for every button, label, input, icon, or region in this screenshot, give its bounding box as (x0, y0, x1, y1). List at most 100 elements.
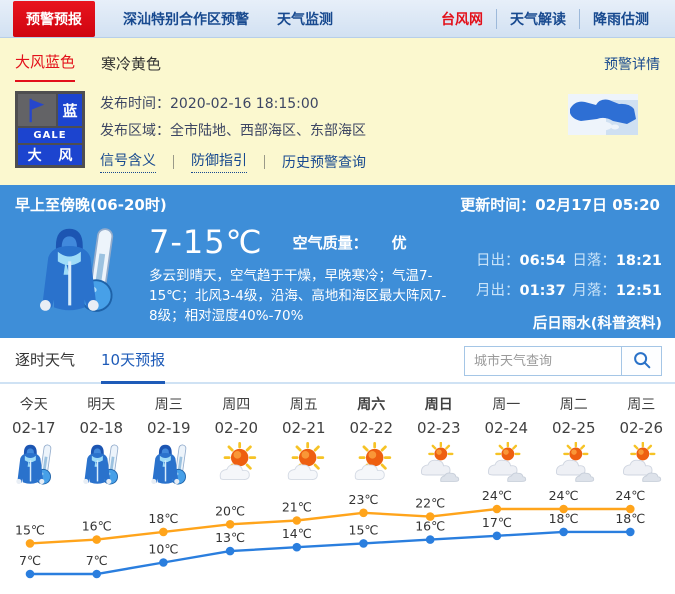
nav-tab-weather-monitor[interactable]: 天气监测 (277, 9, 333, 29)
gale-blue-warning-sign-icon[interactable]: 蓝 GALE 大 风 (15, 91, 85, 168)
point-label: 20℃ (215, 503, 245, 518)
series-low-point (359, 539, 368, 548)
search-icon (631, 349, 653, 374)
day-date: 02-18 (68, 416, 136, 440)
warning-tab-cold-yellow[interactable]: 寒冷黄色 (101, 53, 161, 82)
day-name: 周四 (203, 394, 271, 416)
series-low-line (30, 532, 630, 574)
tab-hourly-weather[interactable]: 逐时天气 (15, 349, 75, 382)
weather-icon-sun-cloud (270, 440, 338, 488)
point-label: 15℃ (15, 522, 45, 537)
day-date: 02-20 (203, 416, 271, 440)
nav-tab-warning-forecast[interactable]: 预警预报 (13, 1, 95, 37)
point-label: 7℃ (19, 553, 41, 568)
history-warning-query-link[interactable]: 历史预警查询 (282, 152, 366, 172)
forecast-day[interactable]: 明天02-18 (68, 394, 136, 490)
point-label: 14℃ (282, 526, 312, 541)
warning-alert-row: 蓝 GALE 大 风 发布时间：2020-02-16 18:15:00 发布区域… (0, 82, 675, 173)
alert-info: 发布时间：2020-02-16 18:15:00 发布区域：全市陆地、西部海区、… (100, 91, 366, 173)
series-low-point (92, 570, 101, 579)
forecast-day[interactable]: 周四02-20 (203, 394, 271, 490)
point-label: 13℃ (215, 530, 245, 545)
moonset: 月落：12:51 (572, 279, 662, 300)
day-date: 02-26 (608, 416, 675, 440)
forecast-day[interactable]: 周三02-26 (608, 394, 675, 490)
weather-icon-cloud-sun (473, 440, 541, 488)
signal-meaning-link[interactable]: 信号含义 (100, 150, 156, 173)
series-high-point (26, 539, 35, 548)
forecast-days: 今天02-17 明天02-18 周三02-19 周四02-20 周五02-21 … (0, 384, 675, 490)
moonrise: 月出：01:37 (476, 279, 566, 300)
forecast-period: 早上至傍晚(06-20时) (15, 194, 167, 215)
gale-flag-icon (18, 94, 56, 126)
day-name: 今天 (0, 394, 68, 416)
day-date: 02-19 (135, 416, 203, 440)
warning-tab-gale-blue[interactable]: 大风蓝色 (15, 51, 75, 82)
weather-icon-cold (135, 440, 203, 488)
point-label: 7℃ (86, 553, 108, 568)
series-high-line (30, 509, 630, 543)
current-conditions: 早上至傍晚(06-20时) 更新时间：02月17日 05:20 7-15℃ 空气… (0, 185, 675, 338)
alert-links: 信号含义 防御指引 历史预警查询 (100, 150, 366, 173)
separator (173, 155, 174, 169)
series-low-point (293, 543, 302, 552)
point-label: 21℃ (282, 500, 312, 515)
sunset: 日落：18:21 (572, 249, 662, 270)
forecast-day[interactable]: 周一02-24 (473, 394, 541, 490)
forecast-day[interactable]: 周二02-25 (540, 394, 608, 490)
point-label: 24℃ (615, 490, 645, 503)
defense-guide-link[interactable]: 防御指引 (191, 150, 247, 173)
day-name: 周五 (270, 394, 338, 416)
publish-time-row: 发布时间：2020-02-16 18:15:00 (100, 91, 366, 118)
day-date: 02-23 (405, 416, 473, 440)
air-quality-value: 优 (392, 232, 407, 253)
series-low-point (426, 535, 435, 544)
forecast-day[interactable]: 周三02-19 (135, 394, 203, 490)
series-low-point (26, 570, 35, 579)
search-input[interactable] (465, 347, 621, 375)
nav-right-links: 台风网 天气解读 降雨估测 (428, 9, 662, 29)
day-name: 明天 (68, 394, 136, 416)
publish-time-label: 发布时间： (100, 96, 170, 112)
forecast-day[interactable]: 周六02-22 (338, 394, 406, 490)
forecast-day[interactable]: 周五02-21 (270, 394, 338, 490)
point-label: 16℃ (82, 519, 112, 534)
nav-link-typhoon-net[interactable]: 台风网 (428, 9, 496, 29)
series-low-point (159, 558, 168, 567)
nav-link-weather-interpretation[interactable]: 天气解读 (496, 9, 579, 29)
weather-icon-cloud-sun (405, 440, 473, 488)
series-high-point (92, 535, 101, 544)
warning-area-map[interactable] (568, 94, 638, 173)
search-button[interactable] (621, 347, 661, 375)
air-quality-label: 空气质量： (293, 232, 368, 253)
point-label: 24℃ (549, 490, 579, 503)
series-low-point (226, 547, 235, 556)
top-nav: 预警预报 深汕特别合作区预警 天气监测 台风网 天气解读 降雨估测 (0, 0, 675, 38)
day-name: 周六 (338, 394, 406, 416)
day-date: 02-22 (338, 416, 406, 440)
forecast-tab-bar: 逐时天气 10天预报 (0, 338, 675, 384)
series-high-point (226, 520, 235, 529)
day-name: 周一 (473, 394, 541, 416)
day-date: 02-21 (270, 416, 338, 440)
weather-icon-cold (68, 440, 136, 488)
day-name: 周日 (405, 394, 473, 416)
sign-name: 大 风 (18, 145, 82, 165)
cold-weather-icon (31, 223, 123, 319)
point-label: 18℃ (615, 511, 645, 526)
point-label: 24℃ (482, 490, 512, 503)
warning-detail-link[interactable]: 预警详情 (604, 54, 660, 82)
solar-term-link[interactable]: 后日雨水(科普资料) (476, 312, 662, 333)
nav-tab-shenshan-warning[interactable]: 深汕特别合作区预警 (123, 9, 249, 29)
forecast-day[interactable]: 周日02-23 (405, 394, 473, 490)
series-high-point (159, 528, 168, 537)
series-low-point (493, 532, 502, 541)
series-low-point (559, 528, 568, 537)
point-label: 16℃ (415, 519, 445, 534)
point-label: 23℃ (349, 492, 379, 507)
nav-link-rainfall-estimate[interactable]: 降雨估测 (579, 9, 662, 29)
weather-icon-sun-cloud (203, 440, 271, 488)
tab-10day-forecast[interactable]: 10天预报 (101, 349, 165, 384)
city-weather-search (464, 346, 662, 376)
forecast-day[interactable]: 今天02-17 (0, 394, 68, 490)
